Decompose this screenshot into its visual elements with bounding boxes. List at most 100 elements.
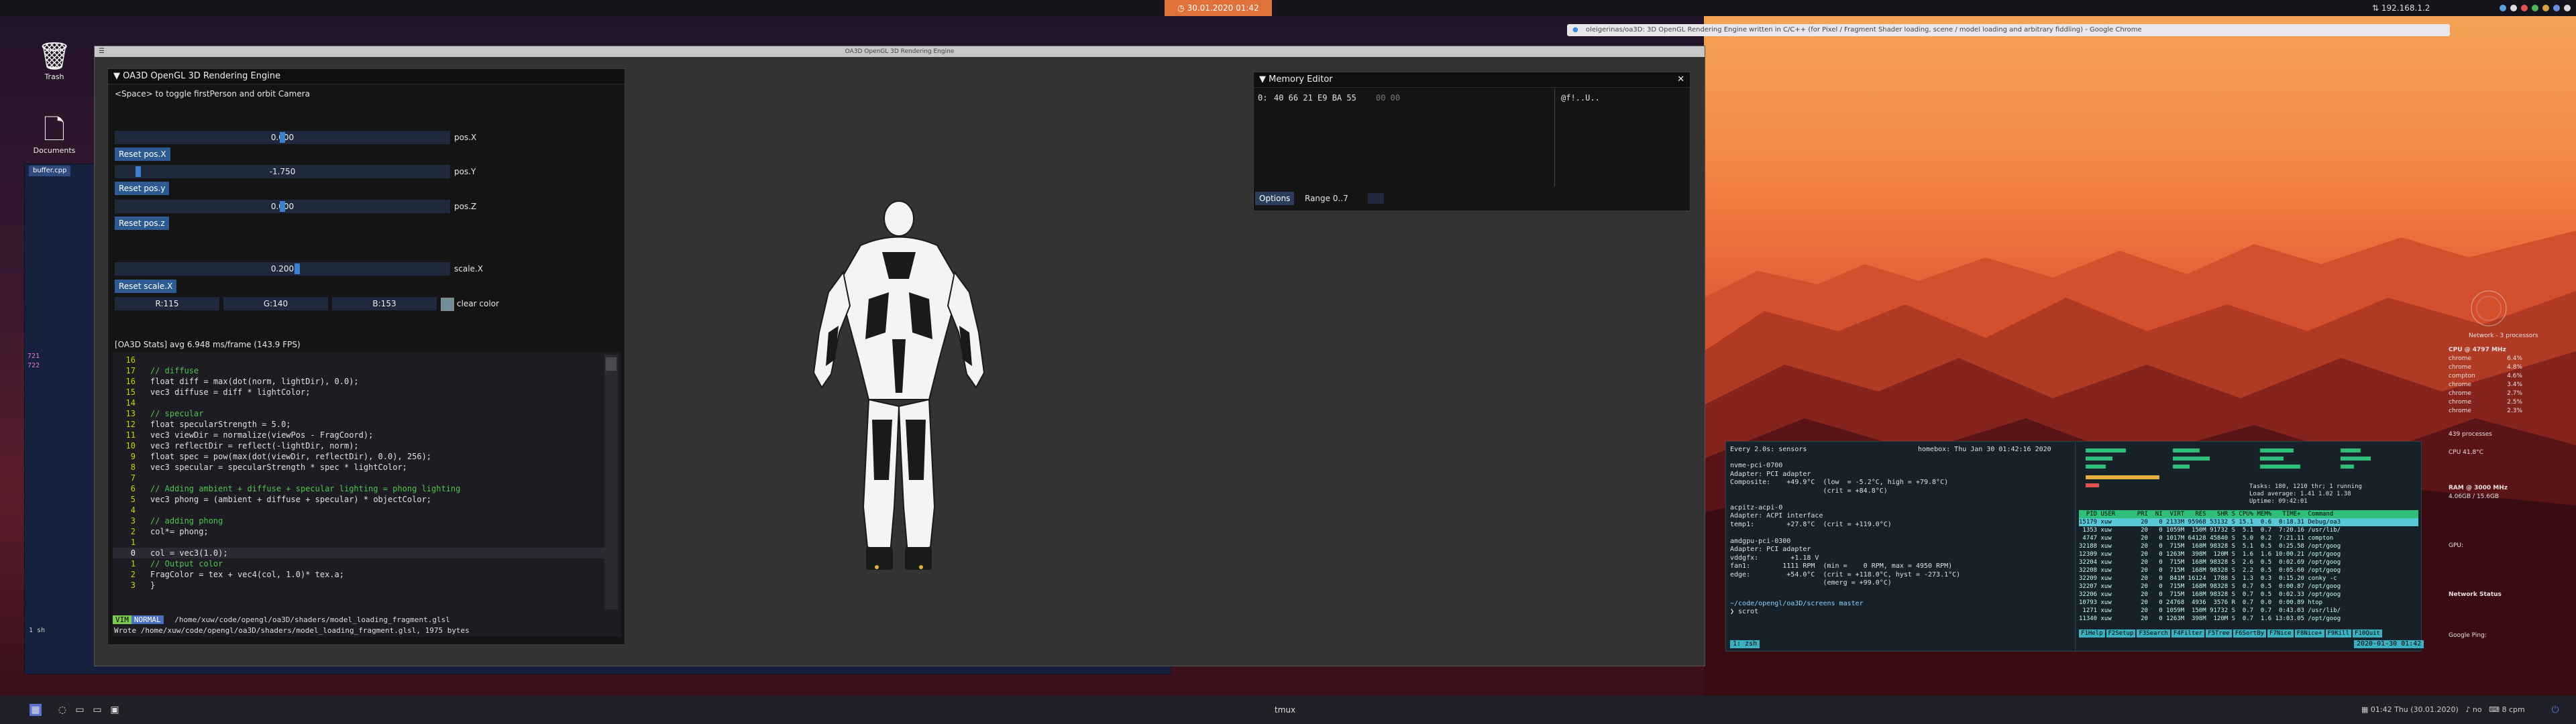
pos-y-slider[interactable]: -1.750 [115, 165, 450, 178]
code-line[interactable]: 10 vec3 reflectDir = reflect(-lightDir, n… [113, 440, 609, 451]
code-line[interactable]: 6 // Adding ambient + diffuse + specular … [113, 483, 609, 494]
close-icon[interactable]: ✕ [1677, 72, 1684, 87]
code-line[interactable]: 2 col*= phong; [113, 526, 609, 537]
htop-process-row[interactable]: 32206 xuw 20 0 715M 168M 98328 S 0.7 0.5… [2079, 591, 2418, 599]
code-line[interactable]: 9 float spec = pow(max(dot(viewDir, refle… [113, 451, 609, 462]
code-line[interactable]: 16 float diff = max(dot(norm, lightDir), … [113, 376, 609, 387]
apps-grid-icon[interactable]: ▦ [30, 704, 42, 716]
tmux-window-tab[interactable]: 1: zsh [1730, 640, 1760, 648]
workspace-icon[interactable]: ◌ [56, 704, 68, 716]
htop-process-row[interactable]: 1271 xuw 20 0 1059M 150M 91732 S 0.7 0.7… [2079, 607, 2418, 615]
htop-process-row[interactable]: 32209 xuw 20 0 841M 16124 1788 S 1.3 0.3… [2079, 575, 2418, 583]
code-line[interactable]: 11 vec3 viewDir = normalize(viewPos - Fra… [113, 430, 609, 440]
scrollbar-thumb[interactable] [606, 357, 616, 371]
htop-process-row[interactable]: 4747 xuw 20 0 1017M 64128 45840 S 5.0 0.… [2079, 534, 2418, 542]
code-line[interactable]: 1 [113, 537, 609, 548]
htop-process-row[interactable]: 32208 xuw 20 0 715M 168M 98328 S 2.2 0.5… [2079, 566, 2418, 575]
code-line[interactable]: 8 vec3 specular = specularStrength * spec… [113, 462, 609, 473]
engine-panel-title[interactable]: ▼ OA3D OpenGL 3D Rendering Engine [108, 69, 625, 84]
reset-pos-x-button[interactable]: Reset pos.X [115, 147, 170, 161]
htop-fkey[interactable]: F7Nice [2267, 629, 2294, 638]
battery-icon[interactable] [2542, 5, 2549, 11]
shader-editor[interactable]: 16 17// diffuse 16 float diff = max(dot(nor… [113, 352, 621, 637]
network-tray-icon[interactable] [2532, 5, 2538, 11]
color-b-field[interactable]: B:153 [332, 297, 437, 310]
code-line[interactable]: 4 [113, 505, 609, 516]
htop-fkey[interactable]: F6SortBy [2233, 629, 2267, 638]
collapse-arrow-icon[interactable]: ▼ [113, 71, 120, 81]
color-r-field[interactable]: R:115 [115, 297, 219, 310]
shell-command[interactable]: ❯ scrot [1730, 608, 1758, 616]
editor-tab[interactable]: buffer.cpp [29, 166, 71, 176]
code-line[interactable]: 14 [113, 398, 609, 408]
monitor-icon[interactable]: ▭ [91, 704, 103, 716]
code-line[interactable]: 15 vec3 diffuse = diff * lightColor; [113, 387, 609, 398]
mem-bytes-zero[interactable]: 00 00 [1376, 93, 1400, 103]
code-line[interactable]: 13 // specular [113, 408, 609, 419]
editor-scrollbar[interactable] [604, 355, 618, 609]
taskbar-datetime[interactable]: 01:42 Thu (30.01.2020) [2371, 705, 2459, 714]
terminal-window[interactable]: Every 2.0s: sensors homebox: Thu Jan 30 … [1725, 441, 2424, 652]
htop-fkey[interactable]: F9Kill [2325, 629, 2352, 638]
active-window-title[interactable]: tmux [1275, 696, 1295, 724]
htop-process-row[interactable]: 1353 xuw 20 0 1059M 150M 91732 S 5.1 0.7… [2079, 526, 2418, 534]
code-line[interactable]: 0 col = vec3(1.0); [113, 548, 609, 558]
scale-x-slider[interactable]: 0.200 [115, 262, 450, 276]
mem-goto-field[interactable] [1368, 193, 1384, 204]
terminal-icon[interactable]: ▣ [109, 704, 121, 716]
code-line[interactable]: 7 [113, 473, 609, 483]
bluetooth-icon[interactable] [2500, 5, 2506, 11]
htop-process-row[interactable]: 10793 xuw 20 0 24768 4936 3576 R 0.7 0.0… [2079, 599, 2418, 607]
slider-grab[interactable] [136, 166, 141, 177]
htop-fkey[interactable]: F8Nice+ [2294, 629, 2324, 638]
mem-options-button[interactable]: Options [1255, 192, 1295, 205]
code-line[interactable]: 1 // Output color [113, 558, 609, 569]
htop-process-row[interactable]: 15179 xuw 20 0 2133M 95968 53132 S 15.1 … [2079, 518, 2418, 526]
htop-process-row[interactable]: 32204 xuw 20 0 715M 168M 98328 S 2.6 0.5… [2079, 558, 2418, 566]
htop-fkey[interactable]: F3Search [2137, 629, 2170, 638]
clock[interactable]: ◷ 30.01.2020 01:42 [1165, 0, 1272, 16]
volume-icon[interactable]: ♪ [2465, 705, 2470, 714]
htop-fkey[interactable]: F2Setup [2106, 629, 2136, 638]
update-icon[interactable] [2521, 5, 2528, 11]
code-line[interactable]: 3} [113, 580, 609, 591]
slider-grab[interactable] [280, 132, 285, 143]
code-line[interactable]: 3 // adding phong [113, 516, 609, 526]
pos-x-slider[interactable]: 0.000 [115, 131, 450, 144]
reset-pos-y-button[interactable]: Reset pos.y [115, 182, 170, 195]
collapse-arrow-icon[interactable]: ▼ [1259, 74, 1266, 84]
power-icon[interactable]: ⏻ [2549, 704, 2561, 716]
opengl-window-title[interactable]: OA3D OpenGL 3D Rendering Engine [95, 46, 1705, 57]
memory-editor-window[interactable]: ▼ Memory Editor ✕ 0: 40 66 21 E9 BA 55 0… [1253, 72, 1690, 211]
code-line[interactable]: 2 FragColor = tex + vec4(col, 1.0)* tex.a… [113, 569, 609, 580]
clear-color-swatch[interactable] [441, 298, 454, 311]
htop-process-row[interactable]: 11340 xuw 20 0 1263M 398M 120M S 0.7 1.6… [2079, 615, 2418, 623]
volume-icon[interactable] [2510, 5, 2517, 11]
mem-bytes[interactable]: 40 66 21 E9 BA 55 [1274, 93, 1356, 103]
reset-scale-x-button[interactable]: Reset scale.X [115, 280, 177, 293]
screen-icon[interactable]: ▭ [74, 704, 86, 716]
dropbox-icon[interactable] [2553, 5, 2560, 11]
reset-pos-z-button[interactable]: Reset pos.z [115, 217, 169, 230]
htop-fkey[interactable]: F4Filter [2171, 629, 2205, 638]
code-line[interactable]: 12 float specularStrength = 5.0; [113, 419, 609, 430]
pos-z-slider[interactable]: 0.000 [115, 200, 450, 213]
slider-grab[interactable] [280, 201, 285, 212]
htop-process-row[interactable]: 12309 xuw 20 0 1263M 398M 120M S 1.6 1.6… [2079, 550, 2418, 558]
window-menu-icon[interactable]: ☰ [99, 48, 105, 55]
slider-grab[interactable] [294, 263, 300, 274]
htop-fkey[interactable]: F5Tree [2206, 629, 2232, 638]
code-line[interactable]: 5 vec3 phong = (ambient + diffuse + specu… [113, 494, 609, 505]
htop-process-row[interactable]: 32207 xuw 20 0 715M 168M 98328 S 0.7 0.5… [2079, 583, 2418, 591]
power-icon[interactable] [2564, 5, 2571, 11]
desktop-icon-trash[interactable]: 🗑 Trash [31, 40, 78, 81]
chrome-window-titlebar[interactable]: ● oleigerinas/oa3D: 3D OpenGL Rendering … [1567, 24, 2450, 36]
desktop-icon-documents[interactable]: 🗋 Documents [31, 114, 78, 155]
code-line[interactable]: 16 [113, 355, 609, 365]
htop-fkey[interactable]: F1Help [2079, 629, 2105, 638]
code-line[interactable]: 17 // diffuse [113, 365, 609, 376]
color-g-field[interactable]: G:140 [223, 297, 328, 310]
htop-process-row[interactable]: 32188 xuw 20 0 715M 168M 98328 S 5.1 0.5… [2079, 542, 2418, 550]
htop-header[interactable]: PID USER PRI NI VIRT RES SHR S CPU% MEM%… [2079, 510, 2418, 518]
memory-editor-title[interactable]: ▼ Memory Editor ✕ [1254, 72, 1690, 88]
